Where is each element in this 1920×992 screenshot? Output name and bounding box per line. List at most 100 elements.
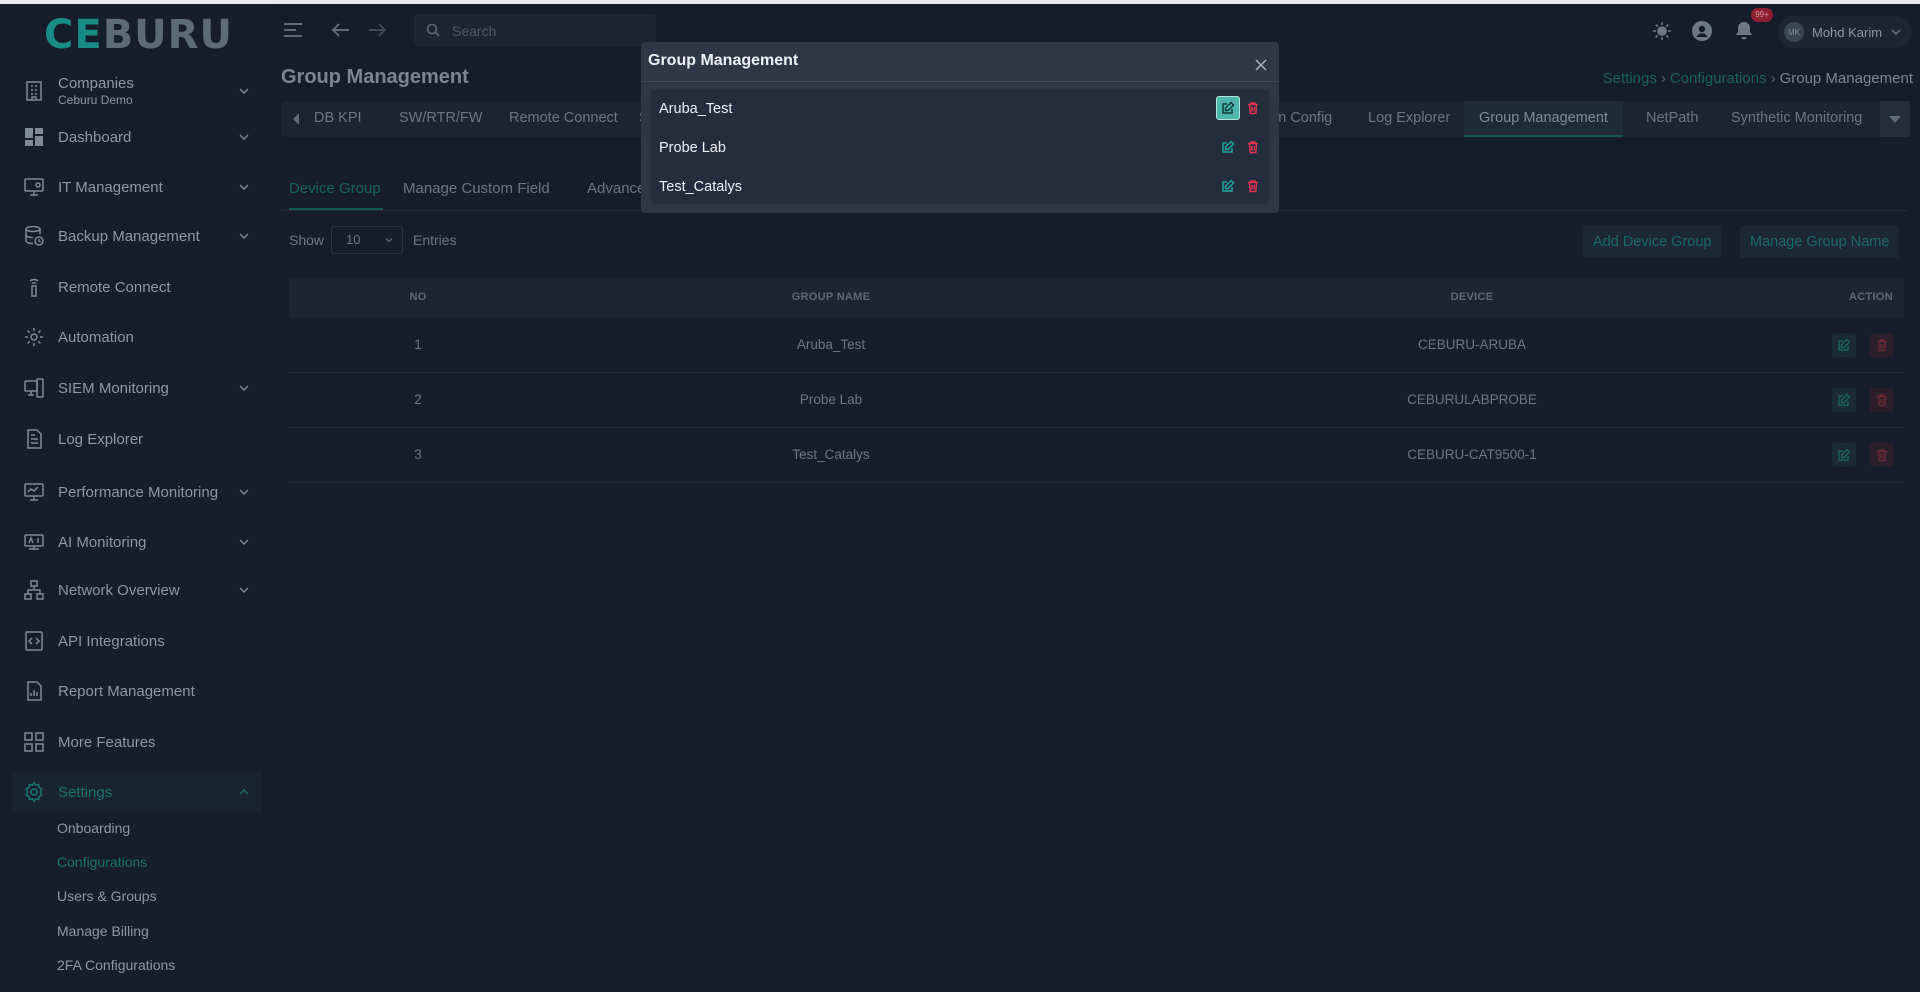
- sidebar-item-performance-monitoring[interactable]: Performance Monitoring: [12, 472, 262, 512]
- it-management-icon: [22, 175, 46, 199]
- column-action: ACTION: [1849, 291, 1893, 303]
- close-icon[interactable]: [1255, 59, 1267, 71]
- table-row: 2 Probe Lab CEBURULABPROBE: [289, 373, 1904, 428]
- table-row: 3 Test_Catalys CEBURU-CAT9500-1: [289, 428, 1904, 483]
- modal-title: Group Management: [648, 52, 799, 69]
- tab-synthetic-monitoring[interactable]: Synthetic Monitoring: [1716, 101, 1877, 135]
- remote-icon: [22, 275, 46, 299]
- edit-icon[interactable]: [1216, 135, 1240, 159]
- group-name-list: Aruba_Test Probe Lab Test_Catalys: [651, 90, 1269, 204]
- column-group-name: GROUP NAME: [791, 291, 871, 303]
- manage-group-name-button[interactable]: Manage Group Name: [1740, 226, 1900, 258]
- search-box: [414, 14, 656, 46]
- chevron-down-icon: [1890, 26, 1902, 38]
- search-input[interactable]: [450, 18, 650, 44]
- subtab-manage-custom-field[interactable]: Manage Custom Field: [403, 180, 550, 197]
- breadcrumb-configurations[interactable]: Configurations: [1670, 70, 1767, 87]
- table-header: NO GROUP NAME DEVICE ACTION: [289, 278, 1904, 318]
- list-item: Test_Catalys: [651, 168, 1269, 206]
- user-name: Mohd Karim: [1812, 24, 1883, 40]
- sidebar-sub-users-groups[interactable]: Users & Groups: [57, 888, 157, 904]
- entries-per-page-select[interactable]: 10: [331, 226, 403, 254]
- column-no: NO: [409, 291, 427, 303]
- sidebar-item-dashboard[interactable]: Dashboard: [12, 117, 262, 157]
- notification-badge: 99+: [1751, 8, 1773, 22]
- siem-icon: [22, 376, 46, 400]
- tab-sw-rtr-fw[interactable]: SW/RTR/FW: [384, 101, 498, 135]
- subtab-advance[interactable]: Advance: [587, 180, 645, 197]
- bell-icon[interactable]: [1733, 20, 1755, 42]
- breadcrumb-settings[interactable]: Settings: [1603, 70, 1657, 87]
- hamburger-menu-icon[interactable]: [282, 20, 304, 40]
- edit-icon[interactable]: [1832, 443, 1856, 467]
- tab-group-management[interactable]: Group Management: [1464, 101, 1623, 137]
- chevron-down-icon: [238, 584, 250, 596]
- theme-sun-icon[interactable]: [1651, 20, 1673, 42]
- sidebar-item-companies[interactable]: Companies Ceburu Demo: [12, 68, 262, 114]
- sidebar-item-ai-monitoring[interactable]: AI Monitoring: [12, 522, 262, 562]
- trash-icon[interactable]: [1241, 135, 1265, 159]
- avatar: MK: [1784, 22, 1804, 42]
- breadcrumb: Settings › Configurations › Group Management: [1602, 70, 1913, 87]
- trash-icon[interactable]: [1870, 388, 1894, 412]
- company-name: Ceburu Demo: [58, 93, 133, 107]
- trash-icon[interactable]: [1870, 333, 1894, 357]
- forward-arrow-icon[interactable]: [366, 20, 388, 40]
- subtab-device-group[interactable]: Device Group: [289, 180, 381, 197]
- show-label: Show: [289, 232, 325, 248]
- tab-more-dropdown-icon[interactable]: [1880, 101, 1910, 137]
- sidebar-item-more-features[interactable]: More Features: [12, 722, 262, 762]
- page-title: Group Management: [281, 66, 469, 88]
- add-device-group-button[interactable]: Add Device Group: [1583, 226, 1722, 258]
- list-item: Aruba_Test: [651, 90, 1269, 128]
- sidebar-sub-manage-billing[interactable]: Manage Billing: [57, 923, 149, 939]
- sidebar-item-backup-management[interactable]: Backup Management: [12, 216, 262, 256]
- trash-icon[interactable]: [1241, 96, 1265, 120]
- chevron-up-icon: [238, 786, 250, 798]
- sidebar-item-log-explorer[interactable]: Log Explorer: [12, 419, 262, 459]
- sidebar-item-automation[interactable]: Automation: [12, 317, 262, 357]
- chevron-down-icon: [238, 181, 250, 193]
- sidebar-item-siem-monitoring[interactable]: SIEM Monitoring: [12, 368, 262, 408]
- edit-icon[interactable]: [1216, 96, 1240, 120]
- chevron-down-icon: [238, 131, 250, 143]
- edit-icon[interactable]: [1832, 388, 1856, 412]
- ceburu-logo[interactable]: CE BURU: [44, 12, 234, 58]
- column-device: DEVICE: [1450, 291, 1494, 303]
- building-icon: [22, 79, 46, 103]
- sidebar-item-remote-connect[interactable]: Remote Connect: [12, 267, 262, 307]
- log-icon: [22, 427, 46, 451]
- edit-icon[interactable]: [1216, 174, 1240, 198]
- trash-icon[interactable]: [1241, 174, 1265, 198]
- tab-netpath[interactable]: NetPath: [1631, 101, 1713, 135]
- sidebar-item-it-management[interactable]: IT Management: [12, 167, 262, 207]
- tab-remote-connect[interactable]: Remote Connect: [494, 101, 633, 135]
- dashboard-icon: [22, 125, 46, 149]
- table-row: 1 Aruba_Test CEBURU-ARUBA: [289, 318, 1904, 373]
- chevron-down-icon: [238, 536, 250, 548]
- chevron-down-icon: [238, 382, 250, 394]
- sidebar-item-settings[interactable]: Settings: [12, 772, 262, 812]
- entries-label: Entries: [413, 232, 457, 248]
- chevron-down-icon: [238, 85, 250, 97]
- sidebar-sub-2fa-configurations[interactable]: 2FA Configurations: [57, 957, 175, 973]
- search-icon: [426, 23, 440, 37]
- network-icon: [22, 578, 46, 602]
- tab-db-kpi[interactable]: DB KPI: [299, 101, 377, 135]
- sidebar-item-report-management[interactable]: Report Management: [12, 671, 262, 711]
- tab-log-explorer[interactable]: Log Explorer: [1353, 101, 1465, 135]
- back-arrow-icon[interactable]: [330, 20, 352, 40]
- group-management-modal: Group Management Aruba_Test Probe Lab Te…: [641, 42, 1279, 213]
- sidebar-sub-configurations[interactable]: Configurations: [57, 854, 147, 870]
- edit-icon[interactable]: [1832, 333, 1856, 357]
- user-circle-icon[interactable]: [1691, 20, 1713, 42]
- sidebar-sub-onboarding[interactable]: Onboarding: [57, 820, 130, 836]
- chevron-down-icon: [238, 486, 250, 498]
- grid-icon: [22, 730, 46, 754]
- gear-icon: [22, 780, 46, 804]
- report-icon: [22, 679, 46, 703]
- sidebar-item-network-overview[interactable]: Network Overview: [12, 570, 262, 610]
- user-menu[interactable]: MK Mohd Karim: [1778, 16, 1912, 48]
- sidebar-item-api-integrations[interactable]: API Integrations: [12, 621, 262, 661]
- trash-icon[interactable]: [1870, 443, 1894, 467]
